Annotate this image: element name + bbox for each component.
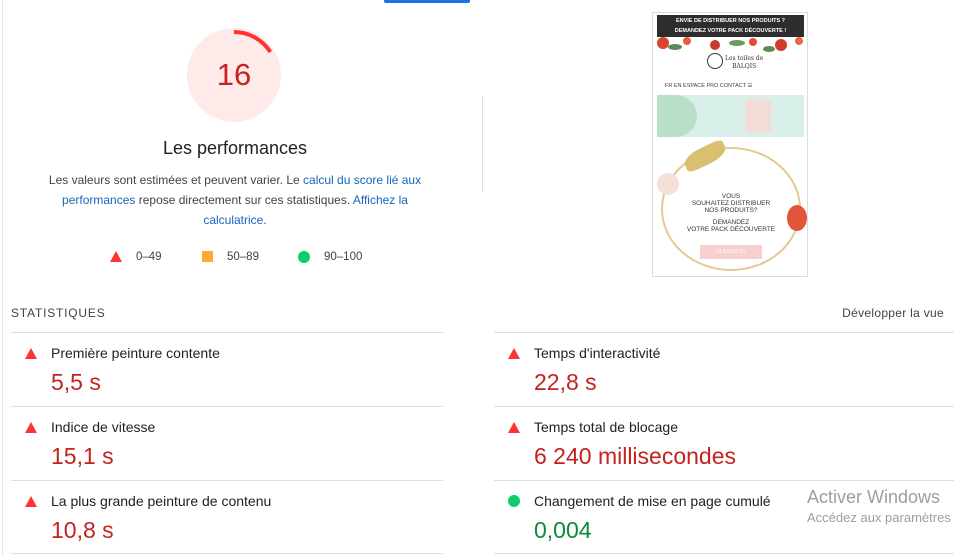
banner-line-2: DEMANDEZ VOTRE PACK DÉCOUVERTE ! [674,28,787,34]
description-text-1: Les valeurs sont estimées et peuvent var… [48,173,304,187]
performance-score-value: 16 [216,57,252,92]
statistics-heading: STATISTIQUES [11,306,106,320]
metric-value: 0,004 [534,517,592,543]
performance-description: Les valeurs sont estimées et peuvent var… [40,170,430,230]
promo-line-3: NOS PRODUITS? [704,207,758,214]
metric-label: Changement de mise en page cumulé [534,493,771,509]
performance-title: Les performances [162,138,308,158]
rose-decoration [657,173,679,195]
logo-icon [707,53,723,69]
metric-label: La plus grande peinture de contenu [51,493,272,509]
fail-triangle-icon [508,421,521,434]
metric-time-to-interactive: Temps d'interactivité 22,8 s [494,332,954,406]
fail-triangle-icon [25,421,38,434]
metric-value: 10,8 s [51,517,114,543]
logo-text: Les toiles de BALQIS [725,55,763,71]
orange-flower-decoration [787,205,807,231]
metric-total-blocking-time: Temps total de blocage 6 240 millisecond… [494,406,954,480]
fail-triangle-icon [508,347,521,360]
windows-activation-watermark: Activer Windows Accédez aux paramètres [807,486,951,528]
fail-triangle-icon [25,495,38,508]
metric-first-contentful-paint: Première peinture contente 5,5 s [11,332,443,406]
thumbnail-cta-button: CLIQUEZ ICI [700,245,762,259]
product-bottle-shape [745,99,771,133]
promo-line-5: VOTRE PACK DÉCOUVERTE [686,226,776,233]
metric-label: Temps total de blocage [534,419,678,435]
description-text-3: . [263,213,267,227]
metric-speed-index: Indice de vitesse 15,1 s [11,406,443,480]
score-legend: 0–49 50–89 90–100 [0,249,480,265]
square-icon [202,251,213,262]
thumbnail-banner: ENVIE DE DISTRIBUER NOS PRODUITS ? DEMAN… [657,15,804,37]
row-divider [494,553,954,554]
triangle-icon [110,251,122,262]
legend-label: 0–49 [136,251,162,263]
banner-line-1: ENVIE DE DISTRIBUER NOS PRODUITS ? [675,18,786,24]
circle-icon [298,251,310,263]
active-tab-indicator [384,0,470,3]
metric-largest-contentful-paint: La plus grande peinture de contenu 10,8 … [11,480,443,554]
page-screenshot-thumbnail: ENVIE DE DISTRIBUER NOS PRODUITS ? DEMAN… [652,12,808,277]
metric-label: Indice de vitesse [51,419,156,435]
pass-circle-icon [508,495,521,508]
metric-label: Temps d'interactivité [534,345,661,361]
metric-value: 6 240 millisecondes [534,443,737,469]
metric-value: 5,5 s [51,369,101,395]
metric-value: 15,1 s [51,443,114,469]
watermark-title: Activer Windows [807,487,941,507]
expand-view-toggle[interactable]: Développer la vue [842,306,944,320]
promo-line-2: SOUHAITEZ DISTRIBUER [691,200,771,207]
description-text-2: repose directement sur ces statistiques. [135,193,353,207]
row-divider [11,553,443,554]
logo-line-2: BALQIS [732,63,757,70]
legend-label: 90–100 [324,251,363,263]
thumbnail-hero-image [657,95,804,137]
fail-triangle-icon [25,347,38,360]
thumbnail-promo-text: VOUS SOUHAITEZ DISTRIBUER NOS PRODUITS? … [673,193,789,233]
vertical-divider [482,96,483,192]
performance-score-gauge: 16 [185,26,283,124]
metric-value: 22,8 s [534,369,597,395]
promo-line-4: DEMANDEZ [712,219,750,226]
logo-line-1: Les toiles de [725,55,764,62]
brand-logo: Les toiles de BALQIS [703,53,763,79]
legend-label: 50–89 [227,251,259,263]
thumbnail-nav: FR EN ESPACE PRO CONTACT ☰ [665,83,753,89]
left-frame-border [2,0,3,556]
leaf-shape [657,95,697,137]
watermark-subtitle: Accédez aux paramètres [807,510,951,525]
promo-line-1: VOUS [721,193,741,200]
metric-label: Première peinture contente [51,345,220,361]
